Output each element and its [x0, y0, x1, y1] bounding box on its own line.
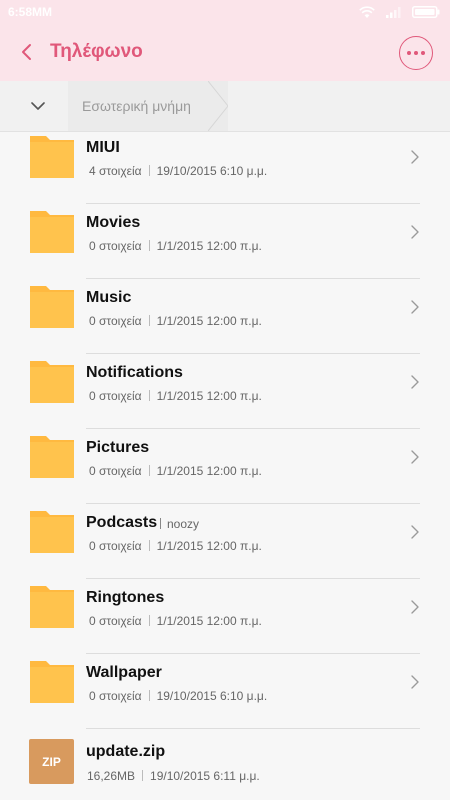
modified-date: 1/1/2015 12:00 π.μ. [156, 389, 262, 403]
file-name: Podcasts [86, 514, 158, 531]
file-meta: 0 στοιχεία 1/1/2015 12:00 π.μ. [89, 614, 262, 628]
status-time: 6:58MM [8, 5, 53, 19]
file-name: Ringtones [86, 589, 165, 606]
modified-date: 1/1/2015 12:00 π.μ. [156, 239, 262, 253]
list-item[interactable]: ZIP update.zip 16,26MB 19/10/2015 6:11 μ.… [0, 729, 450, 800]
app-header: 6:58MM Τηλέφωνο [0, 0, 450, 81]
signal-icon [385, 7, 401, 18]
list-item[interactable]: Music 0 στοιχεία 1/1/2015 12:00 π.μ. [0, 279, 450, 354]
folder-icon [30, 361, 74, 403]
more-options-button[interactable] [399, 36, 433, 70]
item-count: 0 στοιχεία [89, 389, 142, 403]
back-button[interactable] [14, 40, 38, 64]
chevron-right-icon [411, 525, 419, 539]
file-list: MIUI 4 στοιχεία 19/10/2015 6:10 μ.μ. Movi… [0, 131, 450, 800]
folder-icon [30, 211, 74, 253]
more-dot-icon [407, 51, 411, 55]
item-count: 0 στοιχεία [89, 239, 142, 253]
breadcrumb-segment-label: Εσωτερική μνήμη [82, 98, 191, 114]
meta-separator [148, 690, 150, 701]
file-name: MIUI [86, 139, 120, 156]
back-arrow-icon [22, 44, 31, 60]
meta-separator [148, 540, 150, 551]
modified-date: 1/1/2015 12:00 π.μ. [156, 464, 262, 478]
zip-file-icon: ZIP [29, 739, 74, 784]
file-meta: 0 στοιχεία 1/1/2015 12:00 π.μ. [89, 314, 262, 328]
file-size: 16,26MB [87, 769, 136, 783]
zip-badge-label: ZIP [42, 754, 61, 769]
folder-icon [30, 286, 74, 328]
item-count: 4 στοιχεία [89, 164, 142, 178]
list-item[interactable]: Movies 0 στοιχεία 1/1/2015 12:00 π.μ. [0, 204, 450, 279]
meta-separator [148, 390, 150, 401]
item-count: 0 στοιχεία [89, 614, 142, 628]
modified-date: 1/1/2015 12:00 π.μ. [156, 614, 262, 628]
chevron-right-icon [411, 675, 419, 689]
item-count: 0 στοιχεία [89, 539, 142, 553]
chevron-down-icon [31, 102, 45, 110]
status-bar: 6:58MM [0, 0, 450, 24]
meta-separator [148, 615, 150, 626]
breadcrumb: Εσωτερική μνήμη [0, 81, 450, 132]
chevron-right-icon [411, 300, 419, 314]
list-item[interactable]: Pictures 0 στοιχεία 1/1/2015 12:00 π.μ. [0, 429, 450, 504]
item-count: 0 στοιχεία [89, 314, 142, 328]
meta-separator [148, 240, 150, 251]
folder-icon [30, 586, 74, 628]
title-bar: Τηλέφωνο [0, 24, 450, 81]
list-item[interactable]: Notifications 0 στοιχεία 1/1/2015 12:00 π… [0, 354, 450, 429]
breadcrumb-toggle-button[interactable] [26, 95, 50, 117]
battery-icon [412, 6, 440, 18]
page-title: Τηλέφωνο [50, 41, 143, 62]
list-item[interactable]: Podcasts noozy 0 στοιχεία 1/1/2015 12:00 … [0, 504, 450, 579]
modified-date: 1/1/2015 12:00 π.μ. [156, 539, 262, 553]
list-item[interactable]: MIUI 4 στοιχεία 19/10/2015 6:10 μ.μ. [0, 131, 450, 204]
item-count: 0 στοιχεία [89, 689, 142, 703]
file-name: Movies [86, 214, 141, 231]
meta-separator [148, 165, 150, 176]
meta-separator [142, 770, 144, 781]
file-tag: noozy [160, 517, 199, 531]
breadcrumb-segment[interactable]: Εσωτερική μνήμη [68, 81, 228, 131]
modified-date: 19/10/2015 6:10 μ.μ. [156, 689, 268, 703]
file-name: Notifications [86, 364, 183, 381]
status-icons [353, 6, 440, 19]
meta-separator [160, 518, 161, 529]
folder-icon [30, 436, 74, 478]
folder-icon [30, 136, 74, 178]
file-name: Music [86, 289, 132, 306]
breadcrumb-separator-icon [208, 81, 228, 131]
file-meta: 16,26MB 19/10/2015 6:11 μ.μ. [87, 769, 260, 783]
modified-date: 19/10/2015 6:11 μ.μ. [150, 769, 260, 783]
chevron-right-icon [411, 600, 419, 614]
modified-date: 19/10/2015 6:10 μ.μ. [156, 164, 268, 178]
chevron-right-icon [411, 450, 419, 464]
file-name: Wallpaper [86, 664, 162, 681]
folder-icon [30, 661, 74, 703]
item-count: 0 στοιχεία [89, 464, 142, 478]
wifi-icon [359, 6, 375, 18]
meta-separator [148, 465, 150, 476]
list-item[interactable]: Wallpaper 0 στοιχεία 19/10/2015 6:10 μ.μ. [0, 654, 450, 729]
chevron-right-icon [411, 150, 419, 164]
file-meta: 0 στοιχεία 1/1/2015 12:00 π.μ. [89, 464, 262, 478]
file-tag-label: noozy [167, 517, 200, 531]
file-meta: 0 στοιχεία 1/1/2015 12:00 π.μ. [89, 239, 262, 253]
meta-separator [148, 315, 150, 326]
list-item[interactable]: Ringtones 0 στοιχεία 1/1/2015 12:00 π.μ. [0, 579, 450, 654]
more-dot-icon [414, 51, 418, 55]
folder-icon [30, 511, 74, 553]
modified-date: 1/1/2015 12:00 π.μ. [156, 314, 262, 328]
chevron-right-icon [411, 375, 419, 389]
chevron-right-icon [411, 225, 419, 239]
file-meta: 0 στοιχεία 1/1/2015 12:00 π.μ. [89, 389, 262, 403]
file-meta: 0 στοιχεία 1/1/2015 12:00 π.μ. [89, 539, 262, 553]
file-meta: 4 στοιχεία 19/10/2015 6:10 μ.μ. [89, 164, 267, 178]
file-name: update.zip [86, 743, 166, 760]
file-name: Pictures [86, 439, 150, 456]
more-dot-icon [421, 51, 425, 55]
file-meta: 0 στοιχεία 19/10/2015 6:10 μ.μ. [89, 689, 267, 703]
